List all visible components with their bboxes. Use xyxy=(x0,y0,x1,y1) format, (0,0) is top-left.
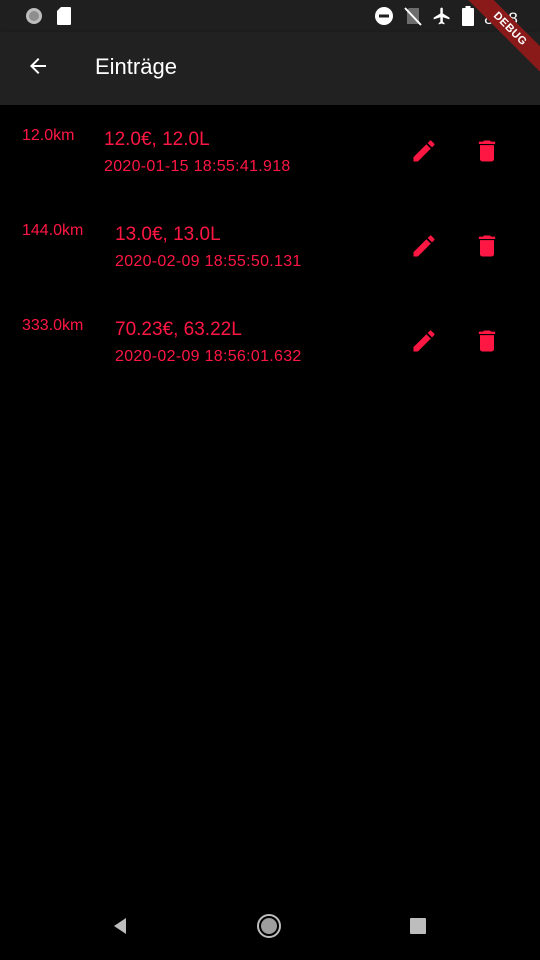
arrow-back-icon xyxy=(26,54,50,83)
list-item[interactable]: 333.0km 70.23€, 63.22L 2020-02-09 18:56:… xyxy=(0,295,540,390)
screen: 8:08 Einträge DEBUG 12.0km 12.0€, 12.0L … xyxy=(0,0,540,960)
airplane-icon xyxy=(432,6,452,31)
edit-button[interactable] xyxy=(404,133,444,173)
entry-details: 70.23€, 63.22L 2020-02-09 18:56:01.632 xyxy=(115,317,302,366)
delete-button[interactable] xyxy=(467,228,507,268)
entry-date: 2020-02-09 18:55:50.131 xyxy=(115,253,302,270)
delete-button[interactable] xyxy=(467,323,507,363)
nav-back-button[interactable] xyxy=(100,910,140,946)
pencil-icon xyxy=(410,327,438,360)
entry-date: 2020-02-09 18:56:01.632 xyxy=(115,348,302,365)
battery-icon xyxy=(462,6,475,31)
nav-back-icon xyxy=(110,916,130,941)
edit-button[interactable] xyxy=(404,228,444,268)
list-item[interactable]: 12.0km 12.0€, 12.0L 2020-01-15 18:55:41.… xyxy=(0,105,540,200)
trash-icon xyxy=(473,232,501,265)
trash-icon xyxy=(473,137,501,170)
delete-button[interactable] xyxy=(467,133,507,173)
entry-km: 333.0km xyxy=(22,317,84,334)
page-title: Einträge xyxy=(95,54,177,79)
no-sim-icon xyxy=(404,6,422,31)
nav-home-icon xyxy=(256,913,282,944)
list-item[interactable]: 144.0km 13.0€, 13.0L 2020-02-09 18:55:50… xyxy=(0,200,540,295)
back-button[interactable] xyxy=(16,46,60,90)
nav-recents-icon xyxy=(409,917,427,940)
entries-list: 12.0km 12.0€, 12.0L 2020-01-15 18:55:41.… xyxy=(0,105,540,390)
entry-details: 12.0€, 12.0L 2020-01-15 18:55:41.918 xyxy=(104,127,291,176)
app-bar: Einträge xyxy=(0,32,540,105)
circle-notification-icon xyxy=(24,6,44,31)
do-not-disturb-icon xyxy=(374,6,394,31)
entry-km: 12.0km xyxy=(22,127,75,144)
entry-details: 13.0€, 13.0L 2020-02-09 18:55:50.131 xyxy=(115,222,302,271)
sd-card-icon xyxy=(56,6,72,31)
navigation-bar xyxy=(0,896,540,960)
entry-amount: 70.23€, 63.22L xyxy=(115,319,242,340)
edit-button[interactable] xyxy=(404,323,444,363)
nav-recents-button[interactable] xyxy=(398,910,438,946)
pencil-icon xyxy=(410,232,438,265)
entry-km: 144.0km xyxy=(22,222,84,239)
status-bar: 8:08 xyxy=(0,0,540,32)
trash-icon xyxy=(473,327,501,360)
entry-date: 2020-01-15 18:55:41.918 xyxy=(104,158,291,175)
entry-amount: 12.0€, 12.0L xyxy=(104,129,210,150)
pencil-icon xyxy=(410,137,438,170)
nav-home-button[interactable] xyxy=(249,910,289,946)
status-bar-left xyxy=(24,6,72,31)
entry-amount: 13.0€, 13.0L xyxy=(115,224,221,245)
